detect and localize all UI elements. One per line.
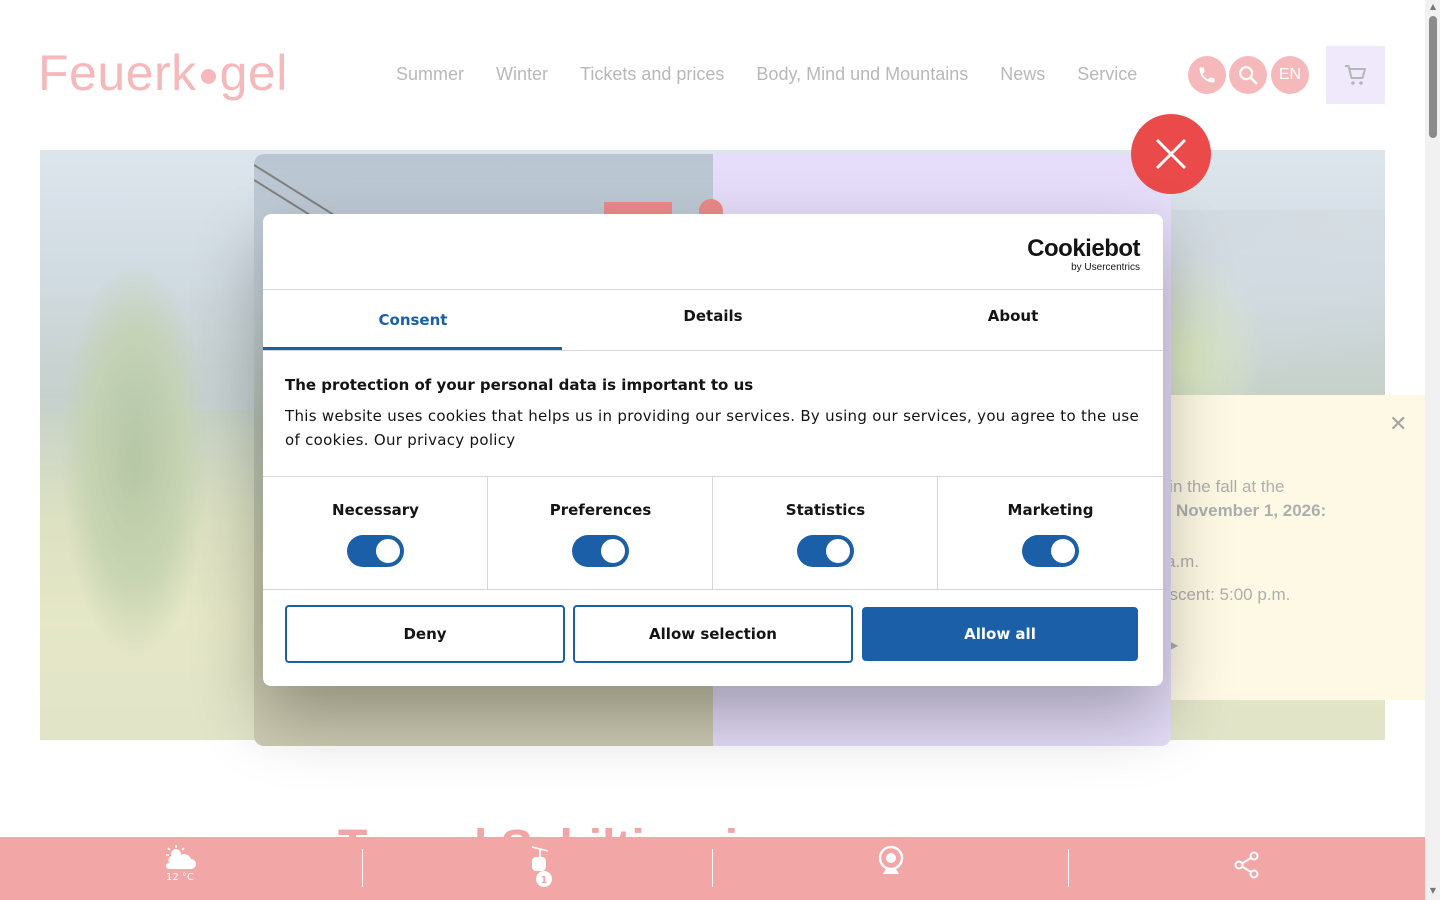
share-button[interactable]: [1233, 851, 1261, 879]
scrollbar-thumb[interactable]: [1429, 16, 1437, 138]
category-label: Marketing: [1007, 501, 1094, 519]
toggle-knob: [601, 539, 625, 563]
tab-about[interactable]: About: [863, 286, 1163, 346]
weather-button[interactable]: 12 °C: [163, 845, 197, 883]
category-statistics: Statistics: [713, 477, 938, 589]
weather-temperature: 12 °C: [166, 872, 194, 883]
cookiebot-brand: Cookiebot: [1027, 235, 1140, 262]
category-label: Preferences: [549, 501, 652, 519]
bottom-bar: 12 °C 1: [0, 837, 1425, 900]
statistics-toggle[interactable]: [797, 535, 854, 567]
marketing-toggle[interactable]: [1022, 535, 1079, 567]
toggle-knob: [1051, 539, 1075, 563]
bottom-bar-divider: [362, 849, 363, 887]
category-necessary: Necessary: [263, 477, 488, 589]
allow-selection-button[interactable]: Allow selection: [573, 605, 853, 663]
preferences-toggle[interactable]: [572, 535, 629, 567]
scroll-down-arrow-icon[interactable]: ▼: [1428, 886, 1438, 896]
lift-status-button[interactable]: 1: [528, 845, 556, 889]
webcam-icon: [878, 845, 904, 874]
category-label: Statistics: [785, 501, 866, 519]
tab-consent[interactable]: Consent: [263, 290, 563, 350]
dialog-divider: [263, 350, 1163, 351]
lift-icon: 1: [531, 846, 552, 887]
weather-icon: [166, 845, 196, 869]
category-marketing: Marketing: [938, 477, 1163, 589]
allow-all-button[interactable]: Allow all: [862, 607, 1138, 661]
necessary-toggle[interactable]: [347, 535, 404, 567]
scroll-up-arrow-icon[interactable]: ▲: [1428, 2, 1438, 12]
cookie-consent-dialog: Cookiebot by Usercentrics Consent Detail…: [263, 214, 1163, 686]
close-icon: [1155, 138, 1187, 170]
dialog-divider: [263, 589, 1163, 590]
bottom-bar-divider: [712, 849, 713, 887]
category-label: Necessary: [332, 501, 419, 519]
cookiebot-brand-sub: by Usercentrics: [1071, 262, 1140, 273]
tab-details[interactable]: Details: [563, 286, 863, 346]
category-preferences: Preferences: [488, 477, 713, 589]
deny-button[interactable]: Deny: [285, 605, 565, 663]
bottom-bar-divider: [1068, 849, 1069, 887]
toggle-knob: [826, 539, 850, 563]
share-icon: [1234, 851, 1259, 879]
consent-heading: The protection of your personal data is …: [285, 376, 754, 394]
webcam-button[interactable]: [878, 845, 904, 877]
toggle-knob: [376, 539, 400, 563]
cookiebot-logo[interactable]: Cookiebot by Usercentrics: [1027, 235, 1140, 274]
promo-close-button[interactable]: [1131, 114, 1211, 194]
lift-badge: 1: [541, 875, 548, 886]
consent-body-text: This website uses cookies that helps us …: [285, 407, 1140, 449]
